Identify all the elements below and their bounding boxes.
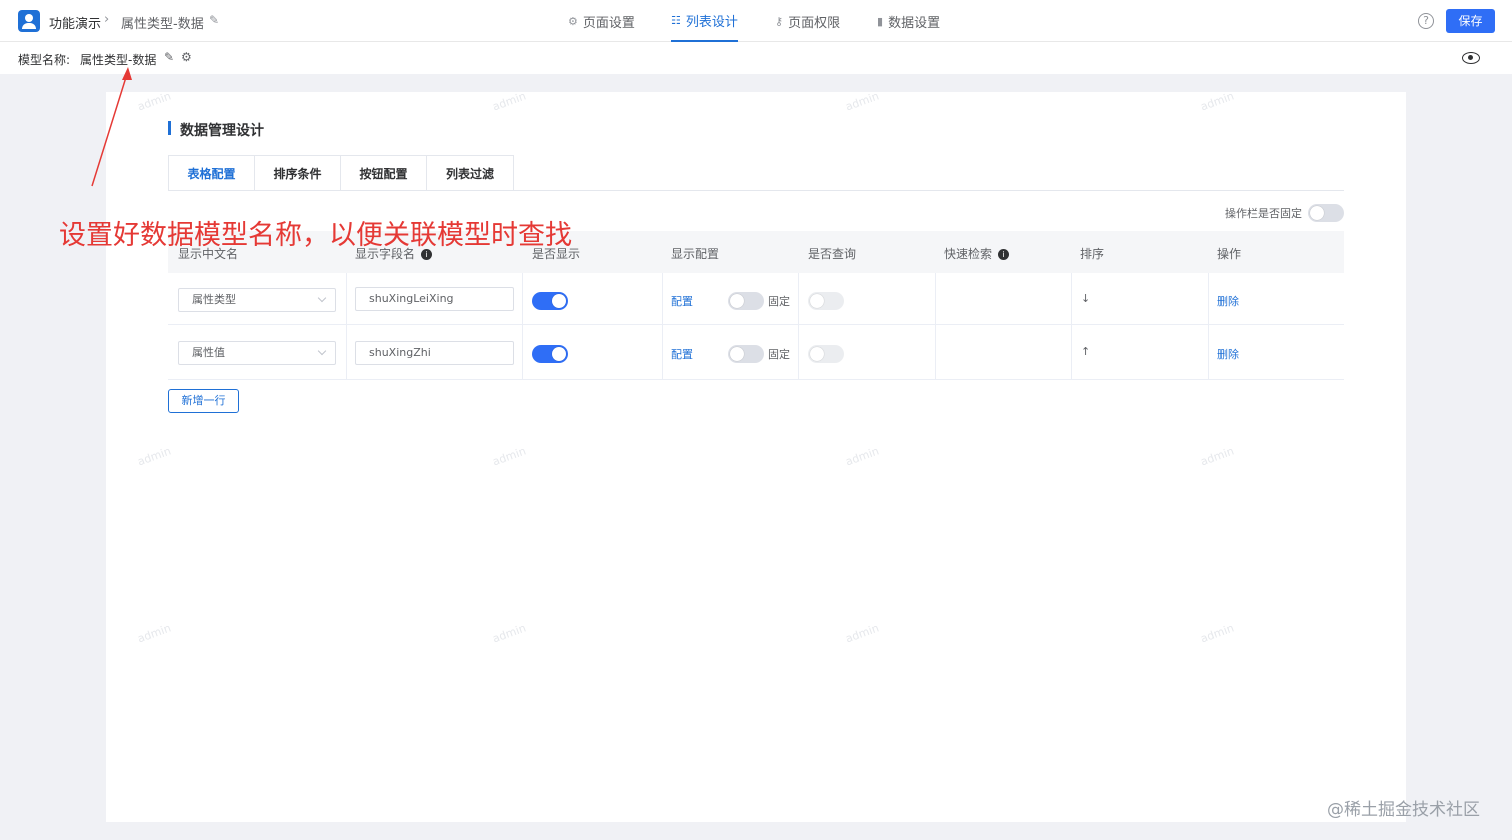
table-column-divider (522, 273, 523, 379)
chevron-down-icon (317, 346, 327, 356)
table-column-divider (346, 273, 347, 379)
sort-down-icon[interactable]: ↓ (1081, 292, 1090, 305)
select-value: 属性值 (192, 346, 225, 359)
tab-data-settings[interactable]: ▮ 数据设置 (877, 0, 940, 42)
chevron-down-icon (317, 293, 327, 303)
field-name-input[interactable]: shuXingLeiXing (355, 287, 514, 311)
gear-icon: ⚙ (568, 14, 578, 28)
footer-watermark: @稀土掘金技术社区 (1327, 800, 1480, 820)
config-subtabs: 表格配置 排序条件 按钮配置 列表过滤 (168, 155, 514, 191)
fixed-switch[interactable] (728, 345, 764, 363)
column-header: 显示配置 (671, 247, 720, 261)
visible-switch[interactable] (532, 292, 568, 310)
annotation-arrow (91, 67, 132, 187)
save-button[interactable]: 保存 (1446, 9, 1495, 33)
fixed-label: 固定 (768, 295, 790, 308)
tab-page-settings[interactable]: ⚙ 页面设置 (568, 0, 635, 42)
fixed-switch[interactable] (728, 292, 764, 310)
table-column-divider (798, 273, 799, 379)
delete-link[interactable]: 删除 (1217, 346, 1239, 362)
fixed-label: 固定 (768, 348, 790, 361)
subtab-sort-conditions[interactable]: 排序条件 (255, 156, 341, 191)
visible-switch[interactable] (532, 345, 568, 363)
preview-eye-icon[interactable] (1462, 52, 1480, 64)
list-icon: ☷ (671, 13, 681, 27)
top-navigation-bar (0, 0, 1512, 42)
subtab-list-filter[interactable]: 列表过滤 (427, 156, 513, 191)
help-icon[interactable]: ? (1418, 13, 1434, 29)
tab-label: 数据设置 (888, 15, 941, 31)
table-column-divider (1071, 273, 1072, 379)
table-column-divider (935, 273, 936, 379)
tab-list-design[interactable]: ☷ 列表设计 (671, 0, 738, 42)
query-switch[interactable] (808, 292, 844, 310)
query-switch[interactable] (808, 345, 844, 363)
tab-label: 列表设计 (685, 14, 738, 30)
display-name-select[interactable]: 属性类型 (178, 288, 336, 312)
column-header: 排序 (1080, 247, 1105, 261)
tab-page-permissions[interactable]: ⚷ 页面权限 (775, 0, 840, 42)
field-name-input[interactable]: shuXingZhi (355, 341, 514, 365)
column-header-label: 快速检索 (944, 247, 993, 261)
info-icon[interactable]: i (998, 249, 1010, 260)
column-header: 是否查询 (808, 247, 857, 261)
key-icon: ⚷ (775, 14, 784, 28)
fix-ops-column-switch[interactable] (1308, 204, 1344, 222)
delete-link[interactable]: 删除 (1217, 293, 1239, 309)
table-column-divider (662, 273, 663, 379)
tab-label: 页面设置 (582, 15, 635, 31)
subtab-divider (168, 190, 1344, 191)
config-link[interactable]: 配置 (671, 293, 693, 309)
column-header: 操作 (1217, 247, 1242, 261)
table-row-divider (168, 324, 1344, 325)
column-header: 快速检索 i (944, 245, 1010, 262)
fix-ops-column-label: 操作栏是否固定 (1225, 207, 1302, 220)
subtab-button-config[interactable]: 按钮配置 (341, 156, 427, 191)
config-link[interactable]: 配置 (671, 346, 693, 362)
annotation-callout-text: 设置好数据模型名称，以便关联模型时查找 (59, 220, 572, 251)
tab-label: 页面权限 (788, 15, 841, 31)
select-value: 属性类型 (192, 293, 236, 306)
sort-up-icon[interactable]: ↑ (1081, 345, 1090, 358)
table-column-divider (1208, 273, 1209, 379)
table-row-divider (168, 379, 1344, 380)
model-info-bar (0, 42, 1512, 74)
edit-page-name-icon[interactable]: ✎ (209, 13, 219, 27)
display-name-select[interactable]: 属性值 (178, 341, 336, 365)
add-row-button[interactable]: 新增一行 (168, 389, 239, 413)
bar-chart-icon: ▮ (877, 14, 884, 28)
